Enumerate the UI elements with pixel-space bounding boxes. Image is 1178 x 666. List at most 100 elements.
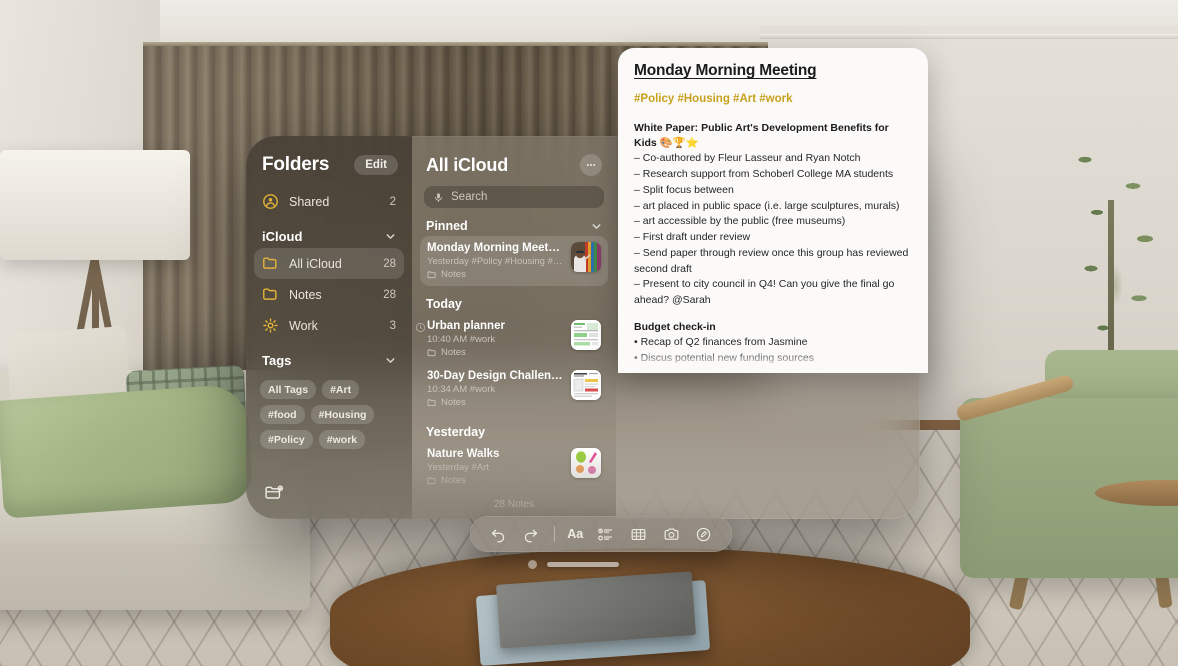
sidebar-item-work[interactable]: Work 3 — [254, 310, 404, 341]
sidebar-item-all-icloud[interactable]: All iCloud 28 — [254, 248, 404, 279]
note-text: Monday Morning Meeting Yesterday #Policy… — [427, 242, 563, 280]
folder-icon — [262, 286, 279, 303]
tag-chip-housing[interactable]: #Housing — [310, 405, 375, 424]
list-title: All iCloud — [426, 154, 508, 175]
note-title: Nature Walks — [427, 448, 500, 460]
note-thumbnail — [571, 448, 601, 478]
folder-icon — [262, 255, 279, 272]
floor-lamp-shade — [0, 150, 190, 260]
list-item[interactable]: Monday Morning Meeting Yesterday #Policy… — [420, 236, 608, 286]
sidebar-item-label: All iCloud — [289, 256, 342, 271]
sidebar-item-notes[interactable]: Notes 28 — [254, 279, 404, 310]
note-body-line: – Co-authored by Fleur Lasseur and Ryan … — [634, 152, 861, 165]
group-header-pinned[interactable]: Pinned — [426, 219, 602, 233]
group-header-yesterday: Yesterday — [426, 425, 602, 439]
note-body-line: • Recap of Q2 finances from Jasmine — [634, 336, 808, 349]
chevron-down-icon[interactable] — [591, 221, 602, 232]
microphone-icon[interactable] — [433, 192, 444, 203]
note-text: 30-Day Design Challenge 10:34 AM #work N… — [427, 370, 563, 408]
tag-chip-work[interactable]: #work — [318, 430, 366, 449]
sidebar-item-count: 3 — [389, 319, 396, 332]
note-text: Nature Walks Yesterday #Art Notes — [427, 448, 563, 486]
sidebar-item-label: Notes — [289, 287, 322, 302]
list-item[interactable]: Nature Walks Yesterday #Art Notes — [420, 442, 608, 492]
shared-person-icon — [262, 193, 279, 210]
note-title: Urban planner — [427, 320, 505, 332]
sidebar-item-shared[interactable]: Shared 2 — [254, 186, 404, 217]
note-body-line: – art placed in public space (i.e. large… — [634, 199, 900, 212]
toolbar-divider — [553, 526, 555, 542]
folder-small-icon — [427, 476, 437, 486]
sidebar-item-label: Shared — [289, 194, 330, 209]
note-thumbnail — [571, 320, 601, 350]
window-close-button[interactable] — [528, 560, 537, 569]
sidebar-header: Folders Edit — [246, 136, 412, 186]
sidebar-title: Folders — [262, 154, 330, 175]
format-aa-button[interactable]: Aa — [567, 527, 583, 541]
icloud-section-label: iCloud — [262, 229, 303, 244]
group-label: Yesterday — [426, 425, 486, 439]
note-body-line: – Present to city council in Q4! Can you… — [634, 278, 895, 307]
note-folder-label: Notes — [441, 397, 466, 408]
note-folder-label: Notes — [441, 269, 466, 280]
sidebar-item-count: 2 — [389, 195, 396, 208]
sidebar-item-label: Work — [289, 318, 318, 333]
note-detail-title: Monday Morning Meeting — [634, 62, 817, 79]
group-label: Today — [426, 297, 462, 311]
chevron-down-icon[interactable] — [385, 355, 396, 366]
note-folder: Notes — [427, 269, 563, 280]
tag-chip-art[interactable]: #Art — [322, 380, 360, 399]
sidebar-item-count: 28 — [383, 288, 396, 301]
edit-button[interactable]: Edit — [354, 155, 398, 175]
icloud-section-header[interactable]: iCloud — [262, 229, 396, 244]
chevron-down-icon[interactable] — [385, 231, 396, 242]
note-heading-white-paper: White Paper: Public Art's Development Be… — [634, 122, 889, 150]
folder-small-icon — [427, 398, 437, 408]
note-title: 30-Day Design Challenge — [427, 370, 563, 382]
note-fade-overlay — [618, 351, 928, 373]
note-title: Monday Morning Meeting — [427, 242, 563, 254]
note-meta: Yesterday #Art — [427, 462, 489, 473]
notes-list-column: All iCloud Search Pinned Monday Morning … — [412, 136, 616, 519]
tag-chip-all[interactable]: All Tags — [260, 380, 317, 399]
tag-list: All Tags #Art #food #Housing #Policy #wo… — [246, 372, 412, 449]
markup-pen-button[interactable] — [694, 524, 714, 544]
note-detail-tags: #Policy #Housing #Art #work — [634, 93, 793, 105]
list-item[interactable]: 30-Day Design Challenge 10:34 AM #work N… — [420, 364, 608, 414]
search-input[interactable]: Search — [424, 186, 604, 208]
notes-count: 28 Notes — [493, 499, 535, 510]
new-folder-icon[interactable] — [262, 481, 286, 505]
group-header-today: Today — [426, 297, 602, 311]
tag-chip-food[interactable]: #food — [260, 405, 305, 424]
note-thumbnail — [571, 370, 601, 400]
note-folder-label: Notes — [441, 475, 466, 486]
folders-sidebar: Folders Edit Shared 2 iCloud All iCloud … — [246, 136, 412, 519]
note-thumbnail — [571, 242, 601, 272]
table-button[interactable] — [628, 524, 648, 544]
note-body-line: – art accessible by the public (free mus… — [634, 215, 846, 228]
undo-button[interactable] — [488, 524, 508, 544]
sidebar-item-count: 28 — [383, 257, 396, 270]
note-detail-body[interactable]: Monday Morning Meeting #Policy #Housing … — [618, 48, 928, 373]
note-body-line: – Split focus between — [634, 183, 734, 196]
gear-icon — [262, 317, 279, 334]
clock-icon — [415, 322, 426, 333]
note-folder: Notes — [427, 475, 563, 486]
note-folder: Notes — [427, 347, 563, 358]
checklist-button[interactable] — [596, 524, 616, 544]
tags-section-label: Tags — [262, 353, 292, 368]
camera-button[interactable] — [661, 524, 681, 544]
list-item[interactable]: Urban planner 10:40 AM #work Notes — [415, 314, 608, 364]
note-body-line: – First draft under review — [634, 231, 751, 244]
book-top — [496, 571, 696, 649]
redo-button[interactable] — [521, 524, 541, 544]
note-heading-budget: Budget check-in — [634, 320, 716, 333]
list-header: All iCloud — [412, 136, 616, 184]
tag-chip-policy[interactable]: #Policy — [260, 430, 313, 449]
note-folder: Notes — [427, 397, 563, 408]
window-grab-bar[interactable] — [547, 562, 619, 567]
tags-section-header[interactable]: Tags — [262, 353, 396, 368]
list-more-button[interactable] — [580, 154, 602, 176]
note-detail-card: Monday Morning Meeting #Policy #Housing … — [618, 48, 928, 373]
